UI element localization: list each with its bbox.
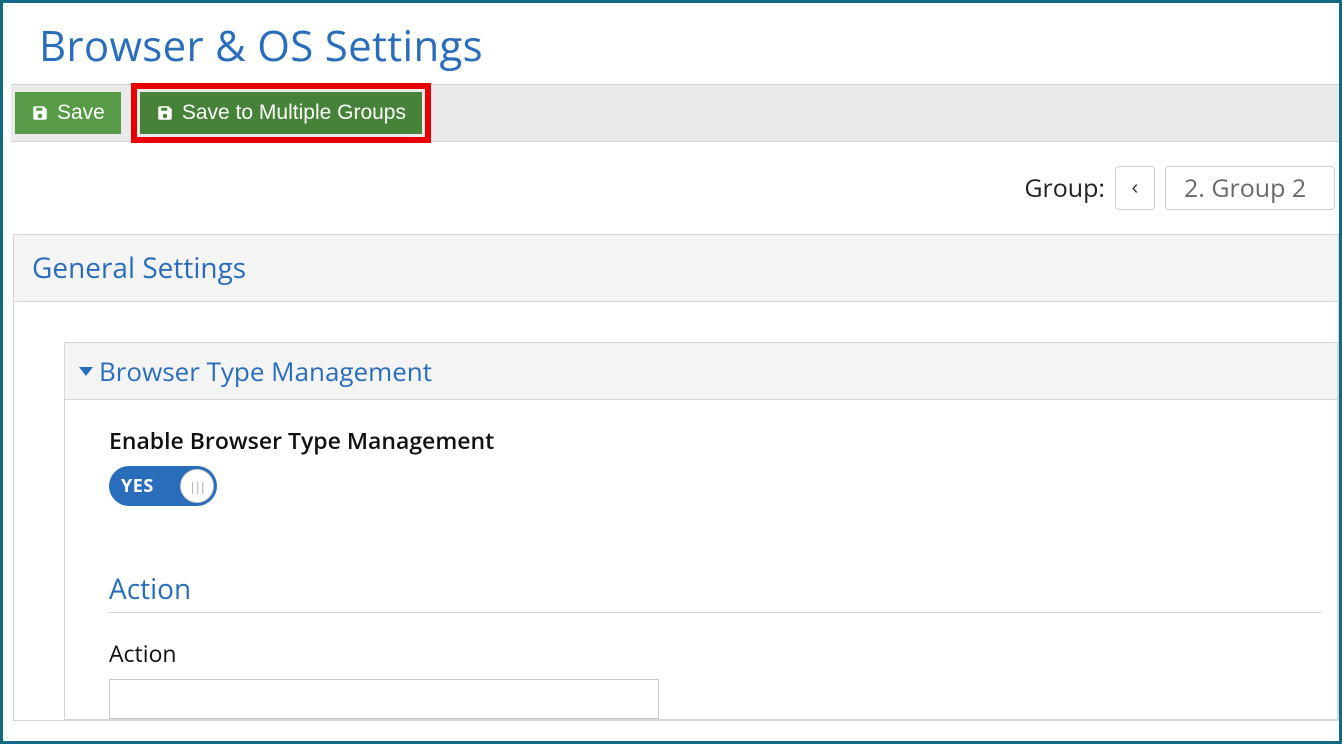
save-multiple-groups-button[interactable]: Save to Multiple Groups <box>140 92 422 134</box>
action-toolbar: Save Save to Multiple Groups <box>11 84 1339 142</box>
highlight-save-multiple: Save to Multiple Groups <box>131 83 431 143</box>
action-section-title: Action <box>109 570 1337 608</box>
chevron-left-icon: ‹ <box>1132 177 1139 200</box>
page-title: Browser & OS Settings <box>39 17 1339 74</box>
enable-browser-type-label: Enable Browser Type Management <box>109 424 1337 456</box>
group-selector: Group: ‹ 2. Group 2 <box>3 142 1339 228</box>
action-field-label: Action <box>109 637 1337 669</box>
enable-browser-type-field: Enable Browser Type Management YES ||| A… <box>65 400 1337 719</box>
enable-browser-type-toggle[interactable]: YES ||| <box>109 466 217 506</box>
toggle-knob: ||| <box>180 469 214 503</box>
caret-down-icon <box>79 367 93 376</box>
browser-type-management-title: Browser Type Management <box>99 353 432 389</box>
toggle-state-text: YES <box>121 474 154 498</box>
action-input[interactable] <box>109 679 659 719</box>
general-settings-header: General Settings <box>14 235 1338 302</box>
group-label: Group: <box>1024 171 1105 205</box>
save-button[interactable]: Save <box>15 92 121 134</box>
browser-type-management-toggle-header[interactable]: Browser Type Management <box>65 343 1337 400</box>
current-group-name[interactable]: 2. Group 2 <box>1165 166 1335 210</box>
group-prev-button[interactable]: ‹ <box>1115 166 1155 210</box>
general-settings-panel: General Settings Browser Type Management… <box>13 234 1339 721</box>
save-button-label: Save <box>57 101 105 125</box>
save-icon <box>31 104 49 122</box>
section-divider <box>109 612 1321 613</box>
browser-type-management-panel: Browser Type Management Enable Browser T… <box>64 342 1338 720</box>
grip-icon: ||| <box>189 478 204 495</box>
save-icon <box>156 104 174 122</box>
save-multiple-groups-label: Save to Multiple Groups <box>182 101 406 125</box>
settings-page-frame: Browser & OS Settings Save Save to Multi… <box>0 0 1342 744</box>
